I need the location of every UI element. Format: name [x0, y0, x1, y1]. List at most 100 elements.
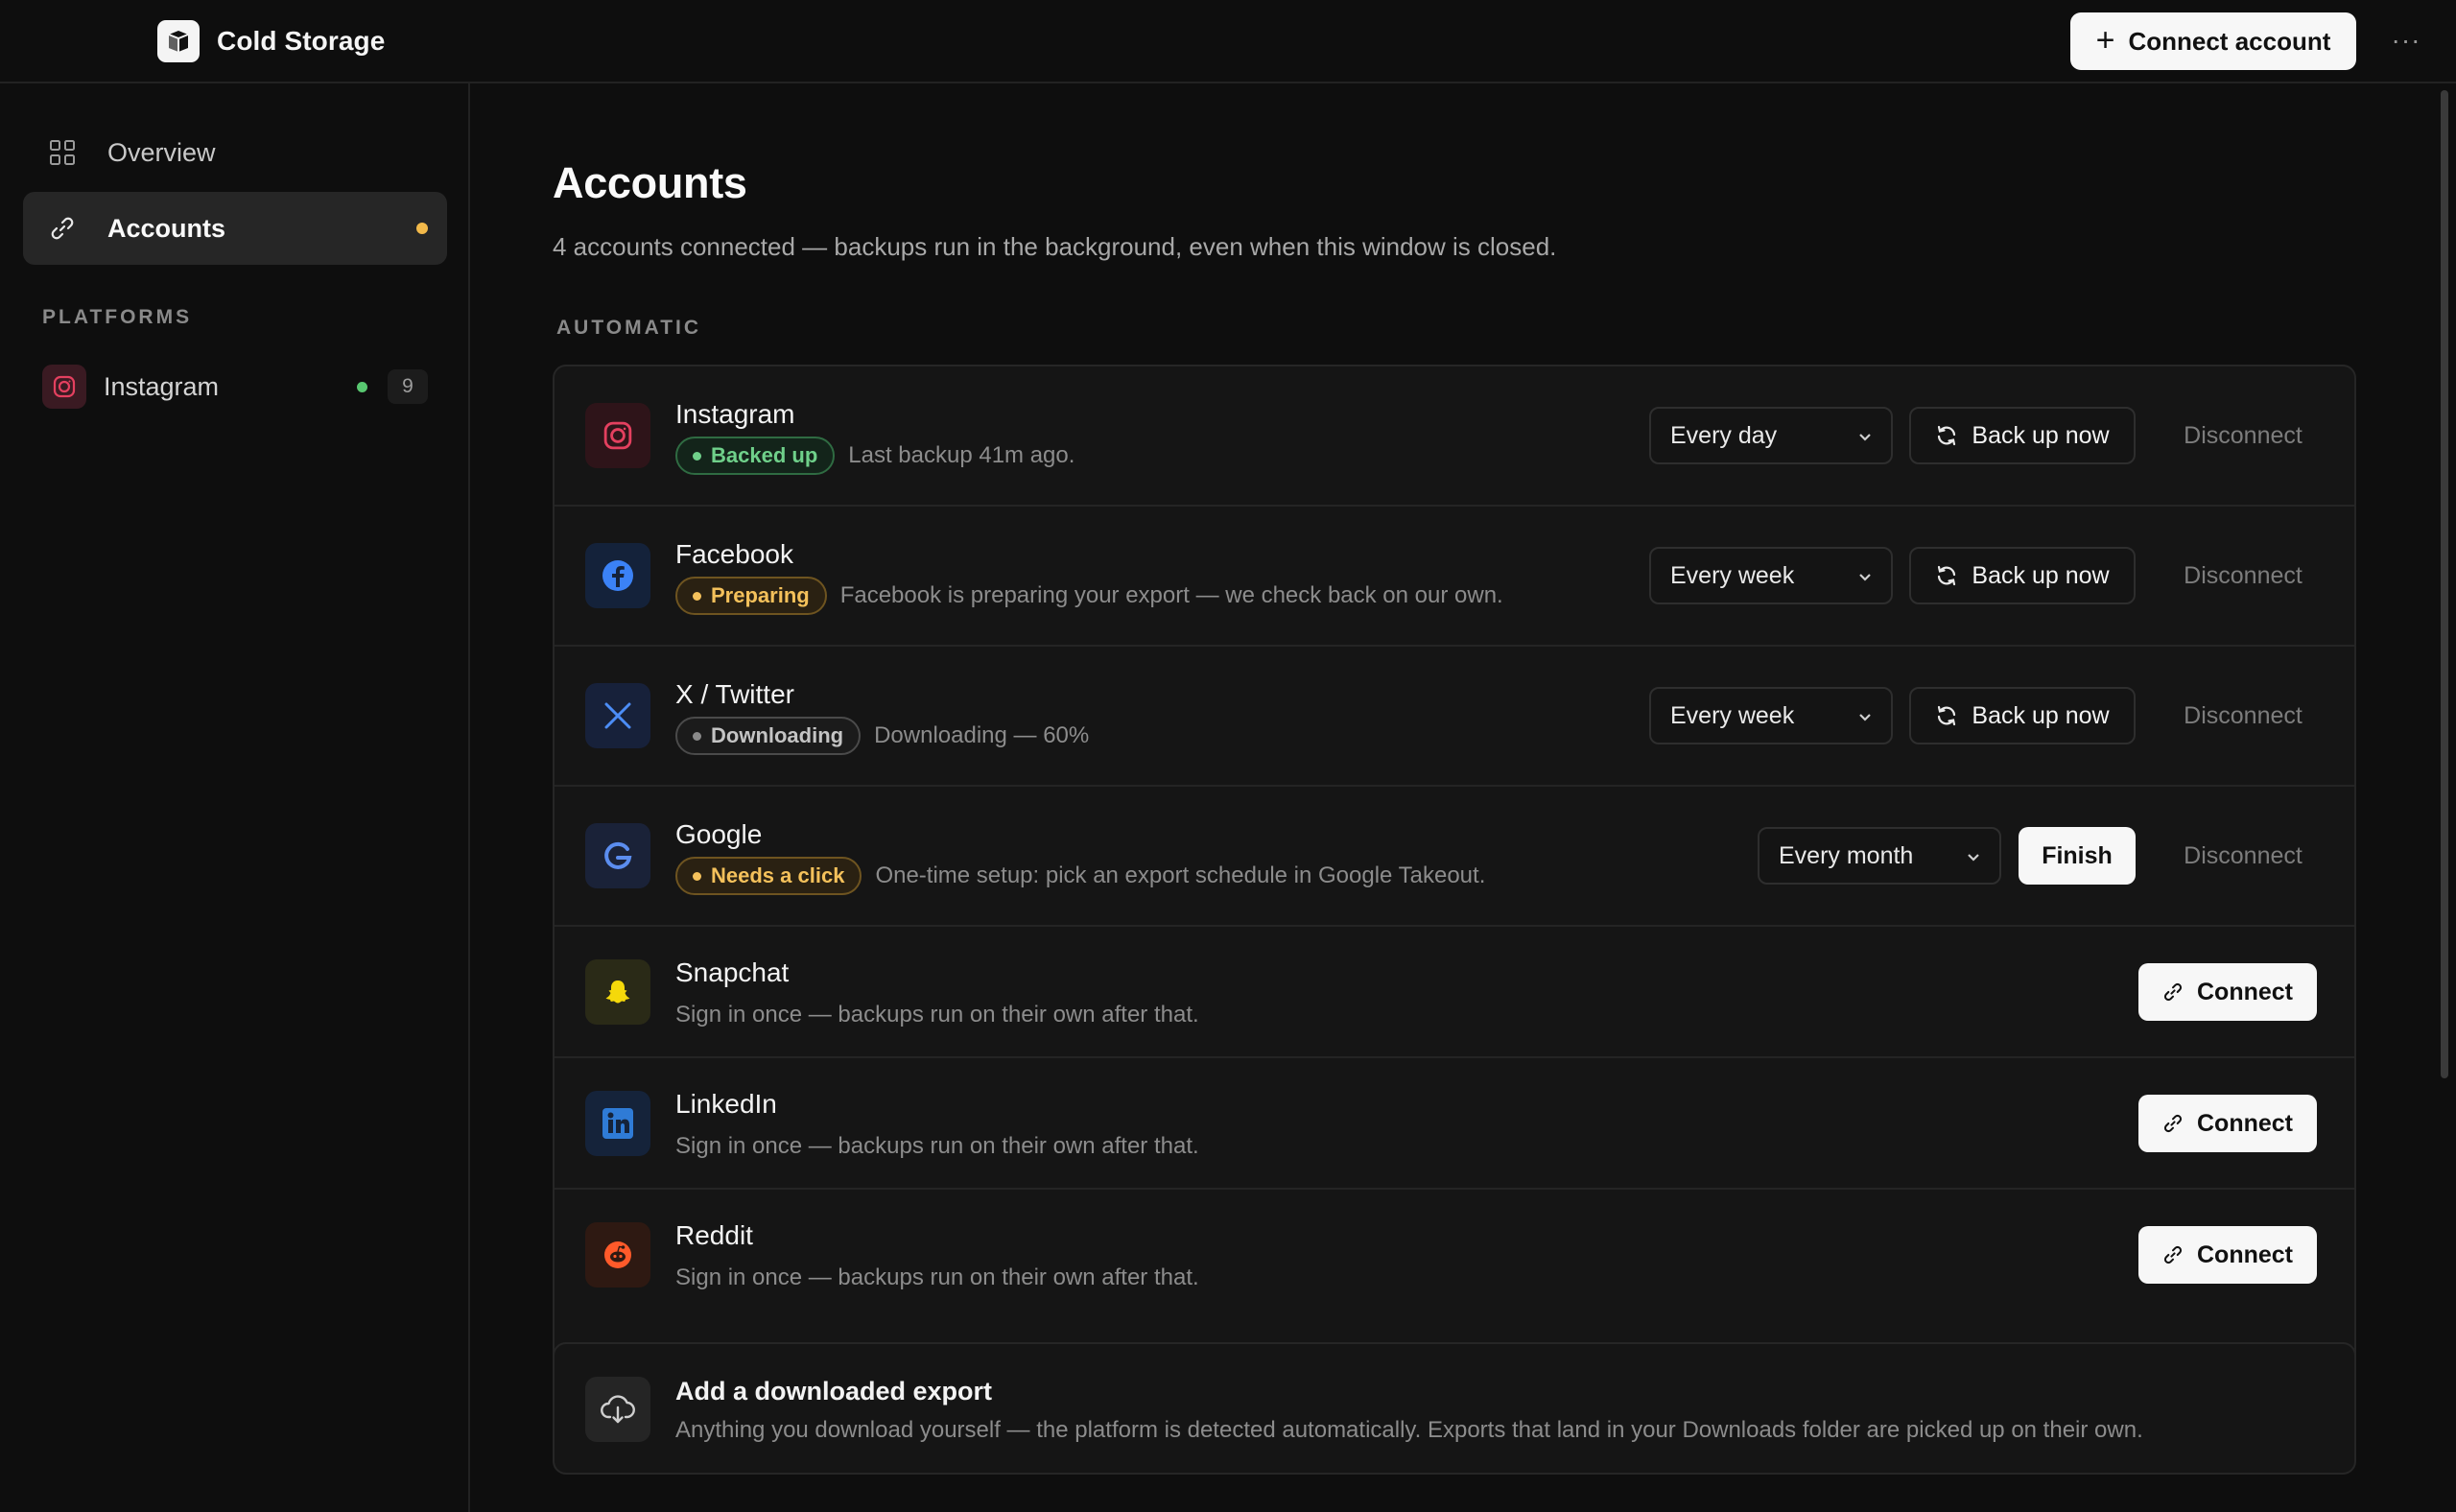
- page-subtitle: 4 accounts connected — backups run in th…: [553, 232, 1557, 261]
- disconnect-label: Disconnect: [2184, 561, 2302, 589]
- status-text: One-time setup: pick an export schedule …: [875, 862, 1486, 888]
- back-up-now-label: Back up now: [1972, 421, 2110, 449]
- account-row-reddit: Reddit Sign in once — backups run on the…: [555, 1190, 2354, 1321]
- finish-label: Finish: [2042, 841, 2113, 869]
- plus-icon: +: [2095, 21, 2115, 59]
- export-title: Add a downloaded export: [675, 1377, 993, 1406]
- brand: Cold Storage: [157, 20, 385, 62]
- main-content: Accounts 4 accounts connected — backups …: [472, 83, 2456, 1512]
- instagram-icon: [585, 403, 650, 468]
- app-window: Cold Storage + Connect account ··· Overv…: [0, 0, 2456, 1512]
- schedule-value: Every week: [1670, 701, 1795, 729]
- disconnect-button[interactable]: Disconnect: [2151, 407, 2335, 464]
- attention-dot: [416, 223, 428, 234]
- account-status-line: Backed up Last backup 41m ago.: [675, 437, 1074, 475]
- account-status-line: Needs a click One-time setup: pick an ex…: [675, 857, 1485, 895]
- account-row-x-twitter: X / Twitter Downloading Downloading — 60…: [555, 647, 2354, 787]
- sidebar-item-label: Overview: [107, 137, 216, 167]
- more-options-button[interactable]: ···: [2387, 21, 2425, 59]
- grid-icon: [48, 138, 77, 167]
- chevron-down-icon: [1968, 854, 1979, 862]
- refresh-icon: [1938, 705, 1956, 726]
- connect-label: Connect: [2197, 1109, 2293, 1137]
- link-icon: [48, 214, 77, 243]
- cold-storage-logo-icon: [157, 20, 200, 62]
- refresh-icon: [1938, 565, 1956, 586]
- finish-button[interactable]: Finish: [2019, 827, 2136, 885]
- platform-name: Snapchat: [675, 957, 790, 987]
- schedule-select[interactable]: Every month: [1758, 827, 2001, 885]
- status-dot: [357, 382, 367, 392]
- sidebar: Overview Accounts PLATFORMS Instagram 9: [0, 83, 470, 1512]
- connect-button[interactable]: Connect: [2138, 1095, 2317, 1152]
- scrollbar[interactable]: [2441, 90, 2448, 1078]
- connect-account-label: Connect account: [2128, 26, 2331, 56]
- schedule-value: Every day: [1670, 421, 1778, 449]
- refresh-icon: [1938, 425, 1956, 446]
- status-badge: Downloading: [675, 717, 862, 755]
- disconnect-button[interactable]: Disconnect: [2151, 547, 2335, 604]
- schedule-select[interactable]: Every week: [1649, 547, 1893, 604]
- accounts-card: Instagram Backed up Last backup 41m ago.…: [553, 365, 2356, 1403]
- count-badge: 9: [388, 369, 428, 404]
- platform-description: Sign in once — backups run on their own …: [675, 1002, 1199, 1028]
- account-status-line: Preparing Facebook is preparing your exp…: [675, 577, 1503, 615]
- google-icon: [585, 823, 650, 888]
- connect-account-button[interactable]: + Connect account: [2070, 12, 2356, 70]
- link-icon: [2163, 1114, 2183, 1133]
- link-icon: [2163, 1245, 2183, 1264]
- back-up-now-label: Back up now: [1972, 561, 2110, 589]
- schedule-select[interactable]: Every week: [1649, 687, 1893, 744]
- account-row-snapchat: Snapchat Sign in once — backups run on t…: [555, 927, 2354, 1058]
- reddit-icon: [585, 1222, 650, 1288]
- platform-description: Sign in once — backups run on their own …: [675, 1133, 1199, 1159]
- disconnect-button[interactable]: Disconnect: [2151, 687, 2335, 744]
- facebook-icon: [585, 543, 650, 608]
- account-row-google: Google Needs a click One-time setup: pic…: [555, 787, 2354, 927]
- disconnect-label: Disconnect: [2184, 701, 2302, 729]
- back-up-now-button[interactable]: Back up now: [1909, 687, 2136, 744]
- status-text: Downloading — 60%: [874, 722, 1090, 748]
- schedule-select[interactable]: Every day: [1649, 407, 1893, 464]
- app-name: Cold Storage: [217, 26, 386, 56]
- back-up-now-label: Back up now: [1972, 701, 2110, 729]
- back-up-now-button[interactable]: Back up now: [1909, 547, 2136, 604]
- chevron-down-icon: [1859, 434, 1871, 441]
- link-icon: [2163, 982, 2183, 1002]
- section-label: AUTOMATIC: [556, 317, 702, 339]
- account-row-facebook: Facebook Preparing Facebook is preparing…: [555, 507, 2354, 647]
- chevron-down-icon: [1859, 714, 1871, 721]
- page-title: Accounts: [553, 158, 747, 207]
- connect-button[interactable]: Connect: [2138, 963, 2317, 1021]
- linkedin-icon: [585, 1091, 650, 1156]
- account-row-linkedin: LinkedIn Sign in once — backups run on t…: [555, 1058, 2354, 1190]
- top-bar: Cold Storage + Connect account ···: [0, 0, 2456, 83]
- platform-name: LinkedIn: [675, 1089, 777, 1119]
- sidebar-item-overview[interactable]: Overview: [23, 116, 447, 189]
- sidebar-section-label: PLATFORMS: [42, 306, 193, 328]
- disconnect-label: Disconnect: [2184, 421, 2302, 449]
- export-description: Anything you download yourself — the pla…: [675, 1417, 2143, 1443]
- sidebar-item-instagram[interactable]: Instagram 9: [42, 360, 436, 413]
- account-name: Facebook: [675, 539, 793, 569]
- connect-button[interactable]: Connect: [2138, 1226, 2317, 1284]
- chevron-down-icon: [1859, 574, 1871, 581]
- disconnect-label: Disconnect: [2184, 841, 2302, 869]
- status-badge: Backed up: [675, 437, 836, 475]
- disconnect-button[interactable]: Disconnect: [2151, 827, 2335, 885]
- status-badge: Preparing: [675, 577, 827, 615]
- account-status-line: Downloading Downloading — 60%: [675, 717, 1089, 755]
- platform-description: Sign in once — backups run on their own …: [675, 1264, 1199, 1290]
- schedule-value: Every month: [1779, 841, 1914, 869]
- schedule-value: Every week: [1670, 561, 1795, 589]
- platform-name: Reddit: [675, 1220, 753, 1250]
- more-horizontal-icon: ···: [2391, 25, 2421, 55]
- sidebar-item-accounts[interactable]: Accounts: [23, 192, 447, 265]
- back-up-now-button[interactable]: Back up now: [1909, 407, 2136, 464]
- sidebar-item-label: Accounts: [107, 213, 226, 243]
- status-text: Last backup 41m ago.: [848, 442, 1075, 468]
- account-name: X / Twitter: [675, 679, 794, 709]
- add-export-card[interactable]: Add a downloaded export Anything you dow…: [553, 1342, 2356, 1475]
- account-name: Google: [675, 819, 763, 849]
- status-badge: Needs a click: [675, 857, 862, 895]
